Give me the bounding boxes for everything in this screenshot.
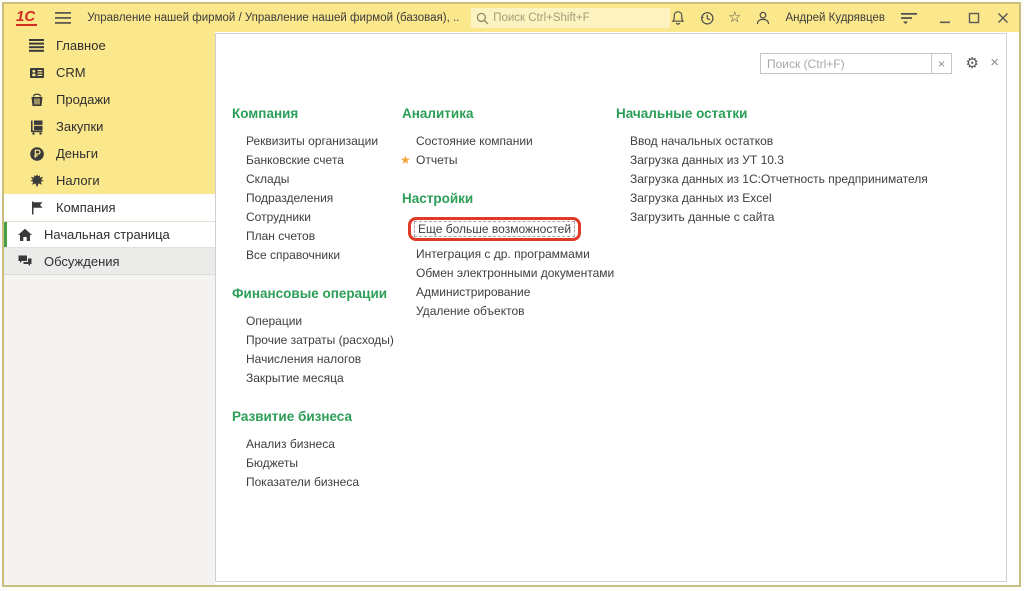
- group-title: Развитие бизнеса: [232, 409, 400, 424]
- sidebar-item-prodazhi[interactable]: Продажи: [4, 86, 215, 113]
- user-person-icon[interactable]: [755, 10, 771, 26]
- column-company: Компания Реквизиты организации Банковски…: [232, 106, 400, 513]
- red-highlight-box: Еще больше возможностей: [408, 217, 581, 241]
- link[interactable]: Администрирование: [416, 283, 616, 302]
- sidebar-item-obsuzhdeniya[interactable]: Обсуждения: [4, 248, 215, 275]
- link-starred[interactable]: ★ Отчеты: [416, 151, 616, 170]
- start-page-panel: × ⚙ × Компания Реквизиты организации Бан…: [215, 33, 1007, 582]
- link[interactable]: Ввод начальных остатков: [630, 132, 946, 151]
- favorite-star-icon: ★: [400, 151, 411, 170]
- sidebar-item-dengi[interactable]: Деньги: [4, 140, 215, 167]
- link[interactable]: План счетов: [246, 227, 400, 246]
- link[interactable]: Загрузка данных из УТ 10.3: [630, 151, 946, 170]
- link[interactable]: Закрытие месяца: [246, 369, 400, 388]
- group-nachalnye-ostatki: Начальные остатки Ввод начальных остатко…: [616, 106, 946, 227]
- link[interactable]: Все справочники: [246, 246, 400, 265]
- column-analytics-settings: Аналитика Состояние компании ★ Отчеты На…: [402, 106, 616, 342]
- link[interactable]: Анализ бизнеса: [246, 435, 400, 454]
- link[interactable]: Подразделения: [246, 189, 400, 208]
- favorites-star-icon[interactable]: ☆: [728, 11, 741, 25]
- group-finansovye-operacii: Финансовые операции Операции Прочие затр…: [232, 286, 400, 388]
- link[interactable]: Состояние компании: [416, 132, 616, 151]
- panel-search[interactable]: ×: [760, 53, 952, 74]
- sidebar-item-kompaniya[interactable]: Компания: [4, 194, 215, 221]
- eagle-emblem-icon: [28, 172, 45, 189]
- notifications-bell-icon[interactable]: [670, 10, 686, 26]
- ruble-coin-icon: [28, 145, 45, 162]
- market-basket-icon: [28, 91, 45, 108]
- link[interactable]: Бюджеты: [246, 454, 400, 473]
- link[interactable]: Прочие затраты (расходы): [246, 331, 400, 350]
- sidebar-item-glavnoe[interactable]: Главное: [4, 32, 215, 59]
- link[interactable]: Склады: [246, 170, 400, 189]
- chat-icon: [16, 253, 33, 270]
- group-kompaniya: Компания Реквизиты организации Банковски…: [232, 106, 400, 265]
- group-title: Компания: [232, 106, 400, 121]
- window-title: Управление нашей фирмой / Управление наш…: [87, 12, 459, 24]
- link[interactable]: Обмен электронными документами: [416, 264, 616, 283]
- link[interactable]: Загрузка данных из 1С:Отчетность предпри…: [630, 170, 946, 189]
- link[interactable]: Загрузить данные с сайта: [630, 208, 946, 227]
- link-highlighted[interactable]: Еще больше возможностей: [408, 217, 616, 241]
- logo-1c: 1С: [16, 10, 37, 26]
- link[interactable]: Начисления налогов: [246, 350, 400, 369]
- group-title: Аналитика: [402, 106, 616, 121]
- link[interactable]: Удаление объектов: [416, 302, 616, 321]
- close-window-icon[interactable]: [997, 12, 1009, 24]
- link[interactable]: Загрузка данных из Excel: [630, 189, 946, 208]
- minimize-icon[interactable]: [939, 12, 951, 24]
- sidebar-item-zakupki[interactable]: Закупки: [4, 113, 215, 140]
- gear-icon[interactable]: ⚙: [966, 54, 979, 74]
- app-window: 1С Управление нашей фирмой / Управление …: [2, 2, 1021, 587]
- home-icon: [16, 226, 33, 243]
- user-name[interactable]: Андрей Кудрявцев: [786, 12, 886, 24]
- global-search-input[interactable]: [493, 12, 665, 24]
- link[interactable]: Реквизиты организации: [246, 132, 400, 151]
- link[interactable]: Сотрудники: [246, 208, 400, 227]
- panel-close-icon[interactable]: ×: [990, 53, 999, 73]
- sidebar-item-crm[interactable]: CRM: [4, 59, 215, 86]
- search-icon: [476, 12, 489, 25]
- sidebar-item-nachalnaya-stranitsa[interactable]: Начальная страница: [4, 221, 215, 248]
- trolley-icon: [28, 118, 45, 135]
- link[interactable]: Банковские счета: [246, 151, 400, 170]
- group-analitika: Аналитика Состояние компании ★ Отчеты: [402, 106, 616, 170]
- group-nastroyki: Настройки Еще больше возможностей Интегр…: [402, 191, 616, 321]
- link[interactable]: Операции: [246, 312, 400, 331]
- global-search[interactable]: [471, 8, 670, 28]
- main-menu-hamburger-icon[interactable]: [55, 12, 71, 24]
- crm-card-icon: [28, 64, 45, 81]
- group-razvitie-biznesa: Развитие бизнеса Анализ бизнеса Бюджеты …: [232, 409, 400, 492]
- link[interactable]: Интеграция с др. программами: [416, 245, 616, 264]
- group-title: Настройки: [402, 191, 616, 206]
- column-opening-balances: Начальные остатки Ввод начальных остатко…: [616, 106, 946, 248]
- search-clear-icon[interactable]: ×: [931, 54, 951, 73]
- group-title: Финансовые операции: [232, 286, 400, 301]
- service-menu-icon[interactable]: [900, 11, 918, 25]
- flag-icon: [28, 199, 45, 216]
- maximize-icon[interactable]: [968, 12, 980, 24]
- sections-icon: [28, 37, 45, 54]
- group-title: Начальные остатки: [616, 106, 946, 121]
- titlebar: 1С Управление нашей фирмой / Управление …: [4, 4, 1019, 32]
- panel-search-input[interactable]: [761, 54, 931, 73]
- sidebar-item-nalogi[interactable]: Налоги: [4, 167, 215, 194]
- history-icon[interactable]: [699, 10, 715, 26]
- sections-sidebar: Главное CRM Продажи Закупки Деньги Налог…: [4, 32, 215, 585]
- link[interactable]: Показатели бизнеса: [246, 473, 400, 492]
